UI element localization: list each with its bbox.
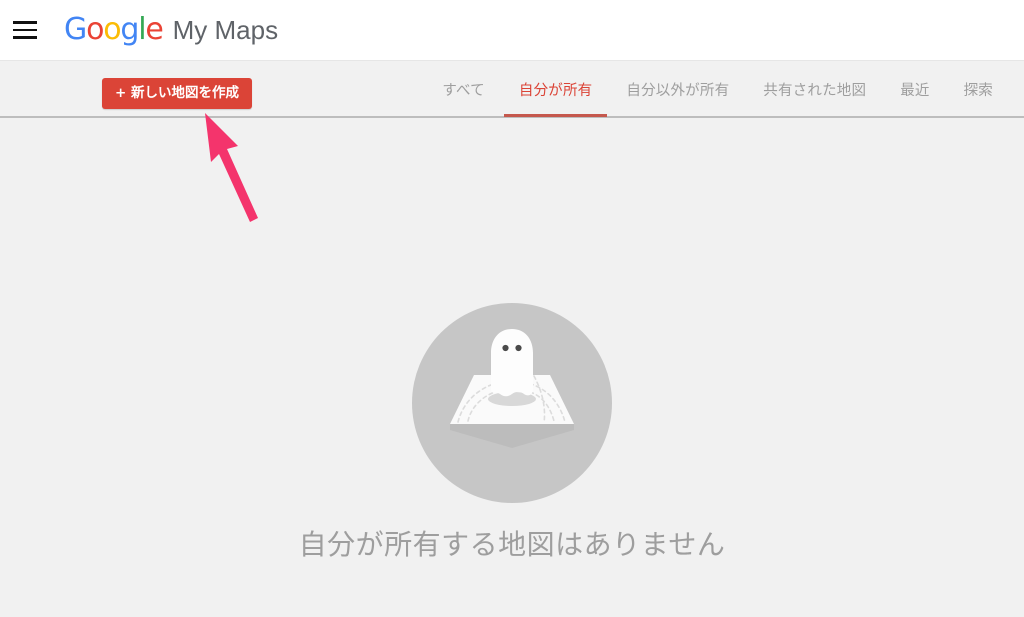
maps-list-empty-state: 自分が所有する地図はありません xyxy=(0,119,1024,617)
tab-owned-by-me[interactable]: 自分が所有 xyxy=(502,61,610,117)
hamburger-bar-3 xyxy=(13,36,37,39)
google-letter-o1: o xyxy=(86,12,104,47)
my-maps-app: Google My Maps + 新しい地図を作成 すべて 自分が所有 自分以外… xyxy=(0,0,1024,617)
google-letter-g2: g xyxy=(120,12,139,47)
hamburger-menu-icon[interactable] xyxy=(11,19,39,41)
create-new-map-button[interactable]: + 新しい地図を作成 xyxy=(102,78,253,109)
tab-explore[interactable]: 探索 xyxy=(947,61,1010,117)
empty-state-message: 自分が所有する地図はありません xyxy=(298,528,726,561)
ghost-on-map-illustration xyxy=(412,303,612,503)
maps-toolbar: + 新しい地図を作成 すべて 自分が所有 自分以外が所有 共有された地図 最近 … xyxy=(0,60,1024,118)
google-letter-e: e xyxy=(145,12,163,47)
hamburger-bar-2 xyxy=(13,28,37,32)
tab-not-owned-by-me[interactable]: 自分以外が所有 xyxy=(609,61,746,117)
google-letter-g1: G xyxy=(64,12,87,47)
app-header: Google My Maps xyxy=(0,0,1024,60)
tab-recent[interactable]: 最近 xyxy=(883,61,946,117)
maps-filter-tabs: すべて 自分が所有 自分以外が所有 共有された地図 最近 探索 xyxy=(425,61,1010,117)
brand-logo[interactable]: Google My Maps xyxy=(64,12,279,47)
google-wordmark: Google xyxy=(64,12,164,47)
tab-shared-maps[interactable]: 共有された地図 xyxy=(746,61,883,117)
tab-all[interactable]: すべて xyxy=(425,61,502,117)
product-name-label: My Maps xyxy=(172,15,279,45)
hamburger-bar-1 xyxy=(13,21,37,24)
google-letter-o2: o xyxy=(103,12,121,47)
